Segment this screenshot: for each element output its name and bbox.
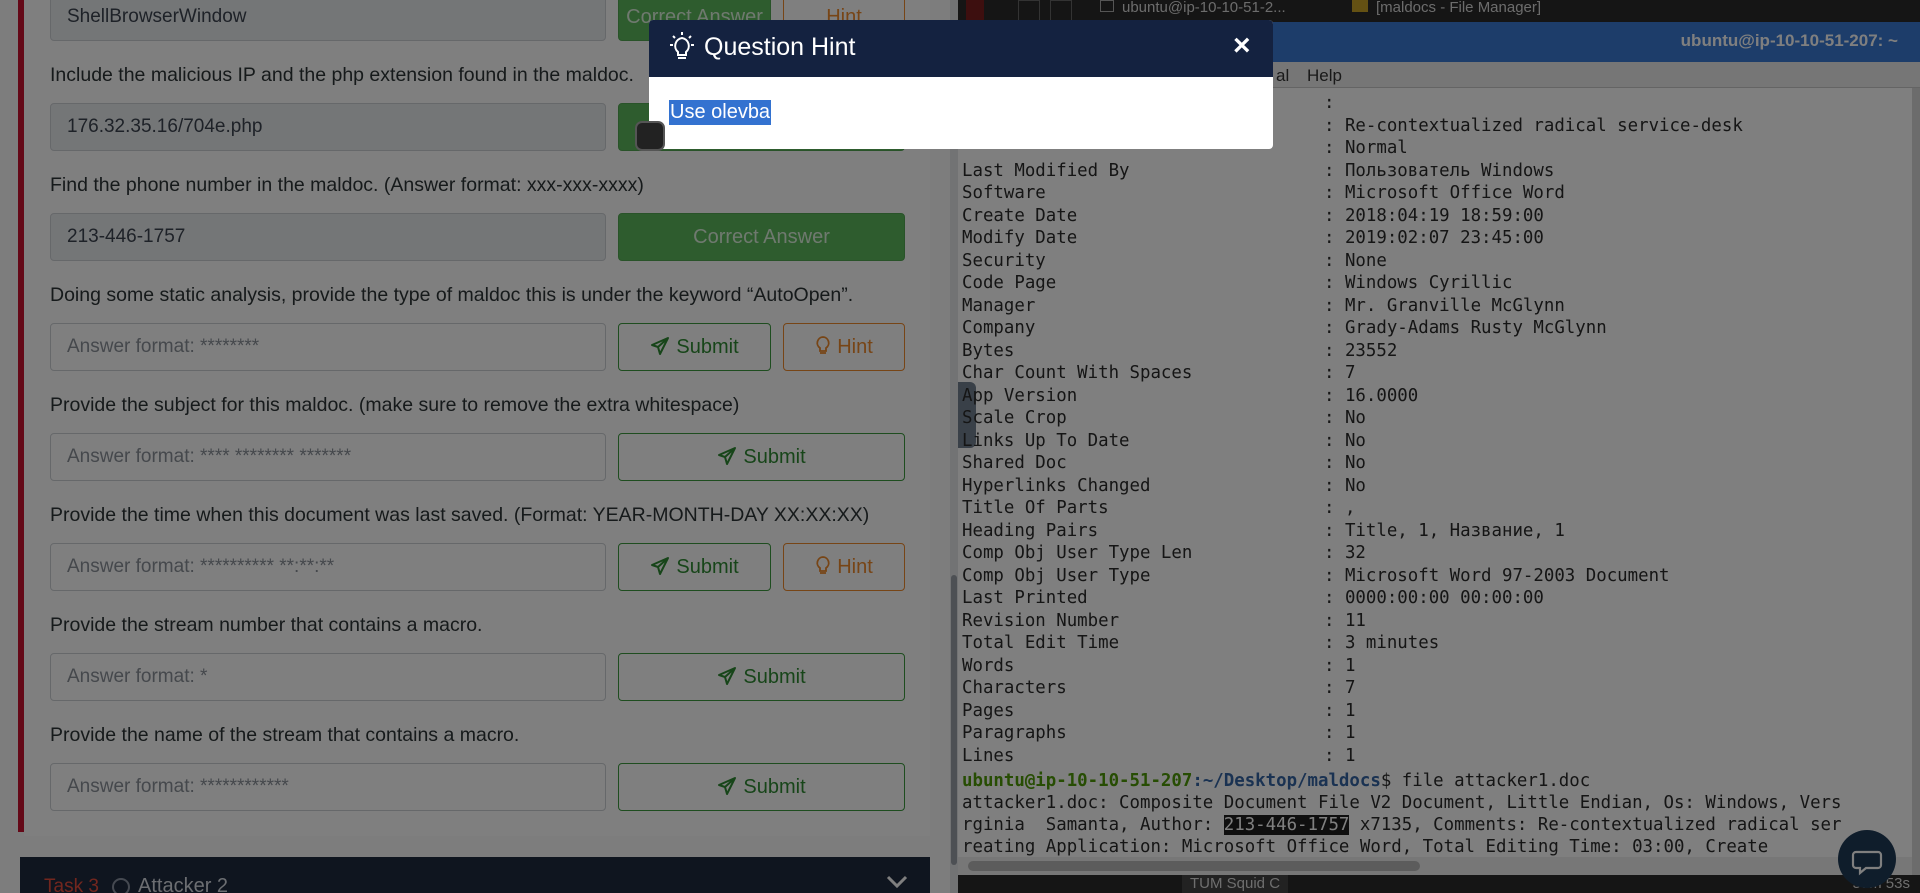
- hint-text[interactable]: Use olevba: [669, 100, 772, 125]
- close-icon[interactable]: ×: [1233, 31, 1251, 61]
- modal-title: Question Hint: [704, 33, 856, 61]
- screenshot-tool-icon[interactable]: [635, 121, 665, 151]
- lightbulb-icon: [670, 32, 694, 59]
- question-hint-modal: Question Hint × Use olevba: [649, 20, 1273, 149]
- modal-header: Question Hint ×: [649, 20, 1273, 77]
